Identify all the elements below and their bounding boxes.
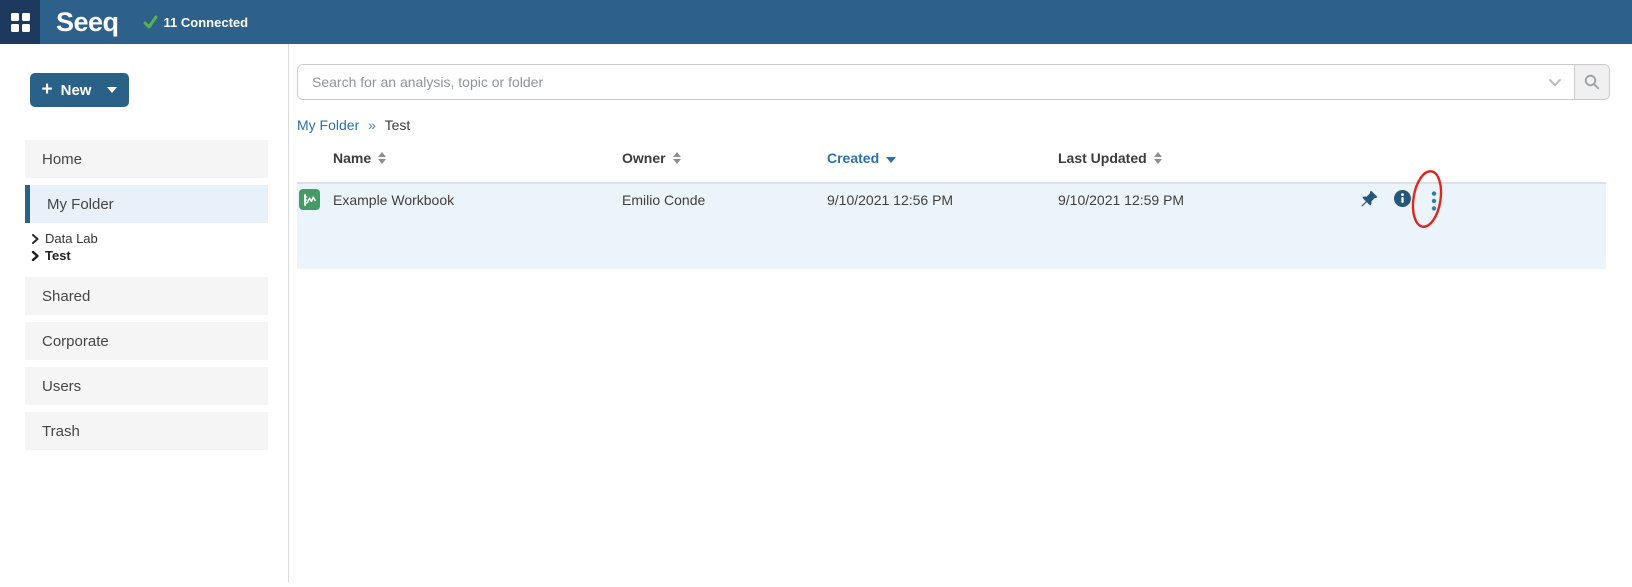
subfolder-list: Data Lab Test xyxy=(30,230,268,264)
table-header-row: Name Owner Created Last Updated xyxy=(297,150,1606,182)
search-input[interactable] xyxy=(298,65,1574,99)
sort-icon xyxy=(673,152,681,164)
row-created: 9/10/2021 12:56 PM xyxy=(827,192,953,208)
table-row[interactable]: Example Workbook Emilio Conde 9/10/2021 … xyxy=(297,182,1606,269)
breadcrumb-current: Test xyxy=(385,117,411,133)
sidebar-subitem-data-lab[interactable]: Data Lab xyxy=(30,230,268,247)
column-header-label: Name xyxy=(333,150,371,166)
sidebar-nav: Home My Folder Data Lab Test xyxy=(25,140,268,450)
search-icon xyxy=(1584,74,1600,90)
column-header-owner[interactable]: Owner xyxy=(622,150,681,166)
sidebar-item-label: Shared xyxy=(42,288,90,305)
connection-status-label: 11 Connected xyxy=(164,15,249,30)
sort-icon xyxy=(1154,152,1162,164)
chevron-right-icon xyxy=(30,234,40,244)
column-header-label: Last Updated xyxy=(1058,150,1147,166)
info-button[interactable] xyxy=(1394,190,1411,207)
subfolder-group: Data Lab Test xyxy=(25,230,268,264)
pin-icon xyxy=(1360,190,1378,208)
info-icon xyxy=(1394,190,1411,207)
sidebar-item-label: Home xyxy=(42,151,82,168)
sidebar-item-label: Users xyxy=(42,378,81,395)
kebab-menu-button[interactable] xyxy=(1431,191,1437,211)
sidebar-item-label: My Folder xyxy=(47,196,114,213)
new-button-label: New xyxy=(61,82,92,99)
grid-icon xyxy=(11,13,30,32)
sidebar-item-label: Trash xyxy=(42,423,80,440)
subfolder-label: Data Lab xyxy=(45,231,98,246)
column-header-label: Created xyxy=(827,150,879,166)
row-owner: Emilio Conde xyxy=(622,192,705,208)
subfolder-label: Test xyxy=(45,248,71,263)
breadcrumb: My Folder » Test xyxy=(297,117,410,133)
sort-icon xyxy=(378,152,386,164)
new-button[interactable]: + New xyxy=(30,73,129,107)
chevron-down-icon[interactable] xyxy=(1549,79,1561,87)
sidebar-subitem-test[interactable]: Test xyxy=(30,247,268,264)
sidebar-item-home[interactable]: Home xyxy=(25,140,268,178)
breadcrumb-separator: » xyxy=(368,117,376,133)
column-header-last-updated[interactable]: Last Updated xyxy=(1058,150,1162,166)
search-button[interactable] xyxy=(1574,65,1609,99)
chevron-right-icon xyxy=(30,251,40,261)
row-last-updated: 9/10/2021 12:59 PM xyxy=(1058,192,1184,208)
sidebar-item-users[interactable]: Users xyxy=(25,367,268,405)
connection-status[interactable]: 11 Connected xyxy=(143,15,249,30)
breadcrumb-link-my-folder[interactable]: My Folder xyxy=(297,117,359,133)
sidebar: + New Home My Folder Data Lab xyxy=(0,44,289,582)
row-name: Example Workbook xyxy=(333,192,454,208)
sidebar-item-corporate[interactable]: Corporate xyxy=(25,322,268,360)
sidebar-item-trash[interactable]: Trash xyxy=(25,412,268,450)
checkmark-icon xyxy=(143,15,158,29)
column-header-name[interactable]: Name xyxy=(333,150,386,166)
workbook-trend-icon xyxy=(299,189,320,210)
sidebar-item-label: Corporate xyxy=(42,333,109,350)
app-switcher-button[interactable] xyxy=(0,0,40,44)
chevron-down-icon xyxy=(107,87,117,93)
search-bar xyxy=(297,64,1610,100)
column-header-created[interactable]: Created xyxy=(827,150,896,166)
main-content: My Folder » Test Name Owner Created Last… xyxy=(289,44,1632,587)
sidebar-item-shared[interactable]: Shared xyxy=(25,277,268,315)
plus-icon: + xyxy=(42,80,53,99)
topbar: Seeq 11 Connected xyxy=(0,0,1632,44)
sidebar-item-my-folder[interactable]: My Folder xyxy=(25,185,268,223)
seeq-logo: Seeq xyxy=(56,7,119,38)
kebab-menu-icon xyxy=(1431,191,1437,211)
pin-button[interactable] xyxy=(1360,190,1378,208)
column-header-label: Owner xyxy=(622,150,666,166)
sort-desc-icon xyxy=(886,157,896,163)
